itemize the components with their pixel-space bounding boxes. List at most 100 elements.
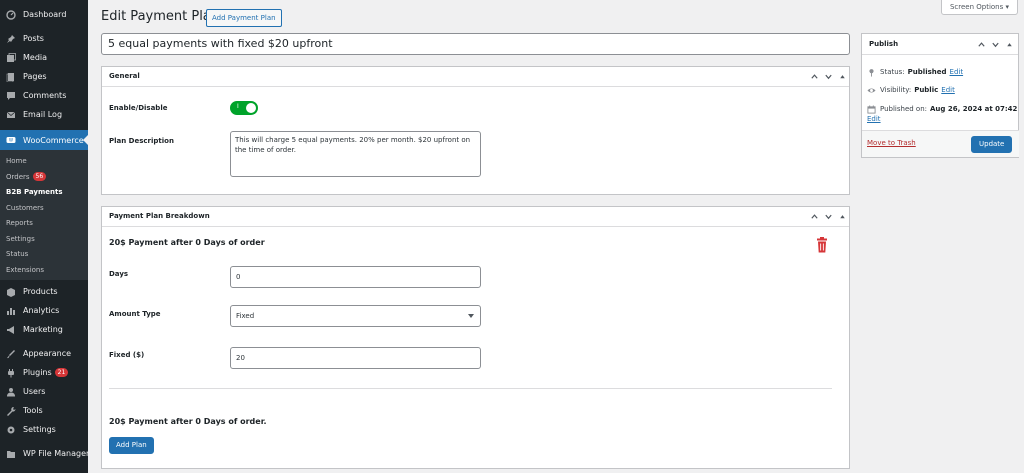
sidebar-item-label: Users	[23, 387, 46, 396]
general-box-header: General	[102, 67, 849, 87]
current-menu-arrow	[83, 135, 88, 145]
sidebar-item-plugins[interactable]: Plugins 21	[0, 363, 88, 382]
eye-icon	[867, 86, 876, 95]
sidebar-item-dashboard[interactable]: Dashboard	[0, 5, 88, 24]
sidebar-item-label: Comments	[23, 91, 67, 100]
submenu-label: Customers	[6, 203, 44, 212]
move-up-icon[interactable]	[976, 39, 986, 49]
plan-description-label: Plan Description	[109, 137, 174, 145]
toggle-panel-icon[interactable]	[1004, 39, 1014, 49]
toggle-panel-icon[interactable]	[837, 211, 847, 221]
sidebar-item-label: Dashboard	[23, 10, 67, 19]
payment-item-heading: 20$ Payment after 0 Days of order	[109, 238, 265, 247]
sidebar-item-label: Pages	[23, 72, 47, 81]
enable-disable-label: Enable/Disable	[109, 104, 168, 112]
appearance-icon	[6, 349, 16, 359]
add-payment-plan-button[interactable]: Add Payment Plan	[206, 9, 282, 27]
submenu-label: Settings	[6, 234, 35, 243]
toggle-on-mark: I	[237, 103, 239, 110]
sidebar-item-products[interactable]: Products	[0, 282, 88, 301]
move-up-icon[interactable]	[809, 71, 819, 81]
submenu-item-orders[interactable]: Orders 56	[6, 169, 47, 184]
calendar-icon	[867, 104, 876, 114]
sidebar-item-label: Tools	[23, 406, 43, 415]
sidebar-item-settings[interactable]: Settings	[0, 420, 88, 439]
fixed-amount-input[interactable]: 20	[230, 347, 481, 369]
submenu-item-extensions[interactable]: Extensions	[6, 262, 44, 277]
edit-date-link[interactable]: Edit	[867, 115, 881, 123]
sidebar-item-comments[interactable]: Comments	[0, 86, 88, 105]
breakdown-divider	[109, 388, 832, 389]
submenu-label: Extensions	[6, 265, 45, 274]
settings-icon	[6, 425, 16, 435]
amount-type-value: Fixed	[236, 312, 255, 320]
media-icon	[6, 52, 16, 63]
submenu-item-status[interactable]: Status	[6, 246, 28, 261]
sidebar-item-label: Email Log	[23, 110, 63, 119]
plan-description-textarea[interactable]: This will charge 5 equal payments. 20% p…	[230, 131, 481, 177]
sidebar-item-tools[interactable]: Tools	[0, 401, 88, 420]
submenu-label: Home	[6, 156, 27, 165]
move-up-icon[interactable]	[809, 211, 819, 221]
edit-visibility-link[interactable]: Edit	[941, 86, 955, 94]
sidebar-item-posts[interactable]: Posts	[0, 29, 88, 48]
submenu-label: Status	[6, 249, 29, 258]
add-plan-button[interactable]: Add Plan	[109, 437, 154, 454]
publish-date-row: Published on: Aug 26, 2024 at 07:42	[867, 103, 1017, 115]
amount-type-select[interactable]: Fixed	[230, 305, 481, 327]
delete-trash-icon[interactable]	[815, 237, 829, 253]
submenu-item-b2b-payments[interactable]: B2B Payments	[6, 184, 63, 199]
submenu-item-customers[interactable]: Customers	[6, 200, 44, 215]
sidebar-item-email-log[interactable]: Email Log	[0, 105, 88, 124]
update-button[interactable]: Update	[971, 136, 1013, 153]
comments-icon	[6, 91, 16, 101]
move-down-icon[interactable]	[823, 211, 833, 221]
sidebar-item-appearance[interactable]: Appearance	[0, 344, 88, 363]
publish-status-row: Status: Published Edit	[867, 66, 963, 78]
submenu-label: Orders	[6, 172, 30, 181]
enable-toggle[interactable]: I	[230, 101, 258, 115]
status-value: Published	[907, 68, 947, 76]
sidebar-item-woocommerce[interactable]: W WooCommerce	[0, 130, 88, 150]
sidebar-item-wp-file-manager[interactable]: WP File Manager	[0, 444, 89, 463]
admin-sidebar: Dashboard Posts Media Pages Comments Ema…	[0, 0, 89, 473]
payment-summary-text: 20$ Payment after 0 Days of order.	[109, 417, 267, 426]
sidebar-item-marketing[interactable]: Marketing	[0, 320, 88, 339]
screen-options-button[interactable]: Screen Options ▾	[941, 0, 1018, 15]
sidebar-item-label: Appearance	[23, 349, 72, 358]
days-input[interactable]: 0	[230, 266, 481, 288]
sidebar-item-label: Media	[23, 53, 48, 62]
svg-text:W: W	[9, 138, 13, 143]
toggle-knob	[246, 103, 256, 113]
submenu-label: Reports	[6, 218, 33, 227]
edit-status-link[interactable]: Edit	[950, 68, 964, 76]
analytics-icon	[6, 306, 16, 316]
amount-type-label: Amount Type	[109, 310, 161, 318]
sidebar-item-media[interactable]: Media	[0, 48, 88, 67]
page-title: Edit Payment Plan	[101, 9, 220, 24]
post-title-input[interactable]: 5 equal payments with fixed $20 upfront	[101, 33, 850, 55]
move-to-trash-link[interactable]: Move to Trash	[867, 139, 916, 147]
sidebar-item-label: Marketing	[23, 325, 63, 334]
sidebar-item-users[interactable]: Users	[0, 382, 88, 401]
sidebar-item-pages[interactable]: Pages	[0, 67, 88, 86]
sidebar-item-label: Settings	[23, 425, 56, 434]
plugins-icon	[6, 368, 16, 378]
breakdown-box-header: Payment Plan Breakdown	[102, 207, 849, 227]
publish-box-title: Publish	[869, 40, 899, 48]
move-down-icon[interactable]	[990, 39, 1000, 49]
pages-icon	[6, 72, 16, 82]
move-down-icon[interactable]	[823, 71, 833, 81]
sidebar-item-analytics[interactable]: Analytics	[0, 301, 88, 320]
tools-icon	[6, 406, 16, 416]
pin-icon	[6, 34, 16, 44]
submenu-item-reports[interactable]: Reports	[6, 215, 33, 230]
submenu-label: B2B Payments	[6, 187, 63, 196]
submenu-item-settings[interactable]: Settings	[6, 231, 35, 246]
submenu-item-home[interactable]: Home	[6, 153, 27, 168]
toggle-panel-icon[interactable]	[837, 71, 847, 81]
status-label: Status:	[880, 68, 905, 76]
products-icon	[6, 287, 16, 297]
published-date-value: Aug 26, 2024 at 07:42	[930, 105, 1018, 113]
published-label: Published on:	[880, 105, 928, 113]
